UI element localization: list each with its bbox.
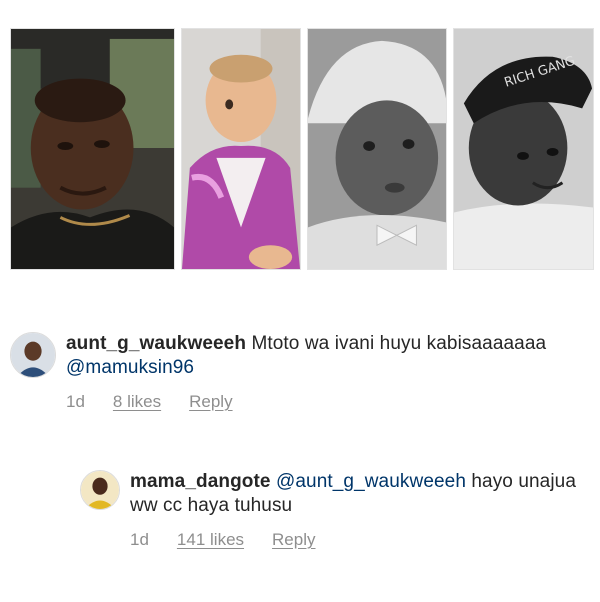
- comment-meta: 1d 141 likes Reply: [130, 530, 592, 550]
- reply-button[interactable]: Reply: [189, 392, 232, 412]
- comment-body: Mtoto wa ivani huyu kabisaaaaaaa: [246, 333, 547, 354]
- toddler-pink-jacket-photo: [181, 28, 301, 270]
- avatar[interactable]: [10, 332, 56, 378]
- comment-item: aunt_g_waukweeeh Mtoto wa ivani huyu kab…: [10, 332, 590, 412]
- man-cap-bw-photo: RICH GANG: [453, 28, 594, 270]
- comment-content: mama_dangote @aunt_g_waukweeeh hayo unaj…: [130, 470, 592, 550]
- likes-link[interactable]: 8 likes: [113, 392, 161, 412]
- username-link[interactable]: mama_dangote: [130, 471, 271, 492]
- comment-meta: 1d 8 likes Reply: [66, 392, 590, 412]
- comment-text: mama_dangote @aunt_g_waukweeeh hayo unaj…: [130, 470, 592, 518]
- photo-collage: RICH GANG: [10, 28, 594, 270]
- comment-text: aunt_g_waukweeeh Mtoto wa ivani huyu kab…: [66, 332, 590, 380]
- man-in-car-photo: [10, 28, 175, 270]
- comment-timestamp: 1d: [130, 530, 149, 549]
- comment-timestamp: 1d: [66, 392, 85, 411]
- avatar[interactable]: [80, 470, 120, 510]
- mention-link[interactable]: @aunt_g_waukweeeh: [276, 471, 466, 492]
- baby-bw-photo: [307, 28, 447, 270]
- reply-comment-item: mama_dangote @aunt_g_waukweeeh hayo unaj…: [80, 470, 592, 550]
- comment-content: aunt_g_waukweeeh Mtoto wa ivani huyu kab…: [66, 332, 590, 412]
- username-link[interactable]: aunt_g_waukweeeh: [66, 333, 246, 354]
- likes-link[interactable]: 141 likes: [177, 530, 244, 550]
- reply-button[interactable]: Reply: [272, 530, 315, 550]
- mention-link[interactable]: @mamuksin96: [66, 357, 194, 378]
